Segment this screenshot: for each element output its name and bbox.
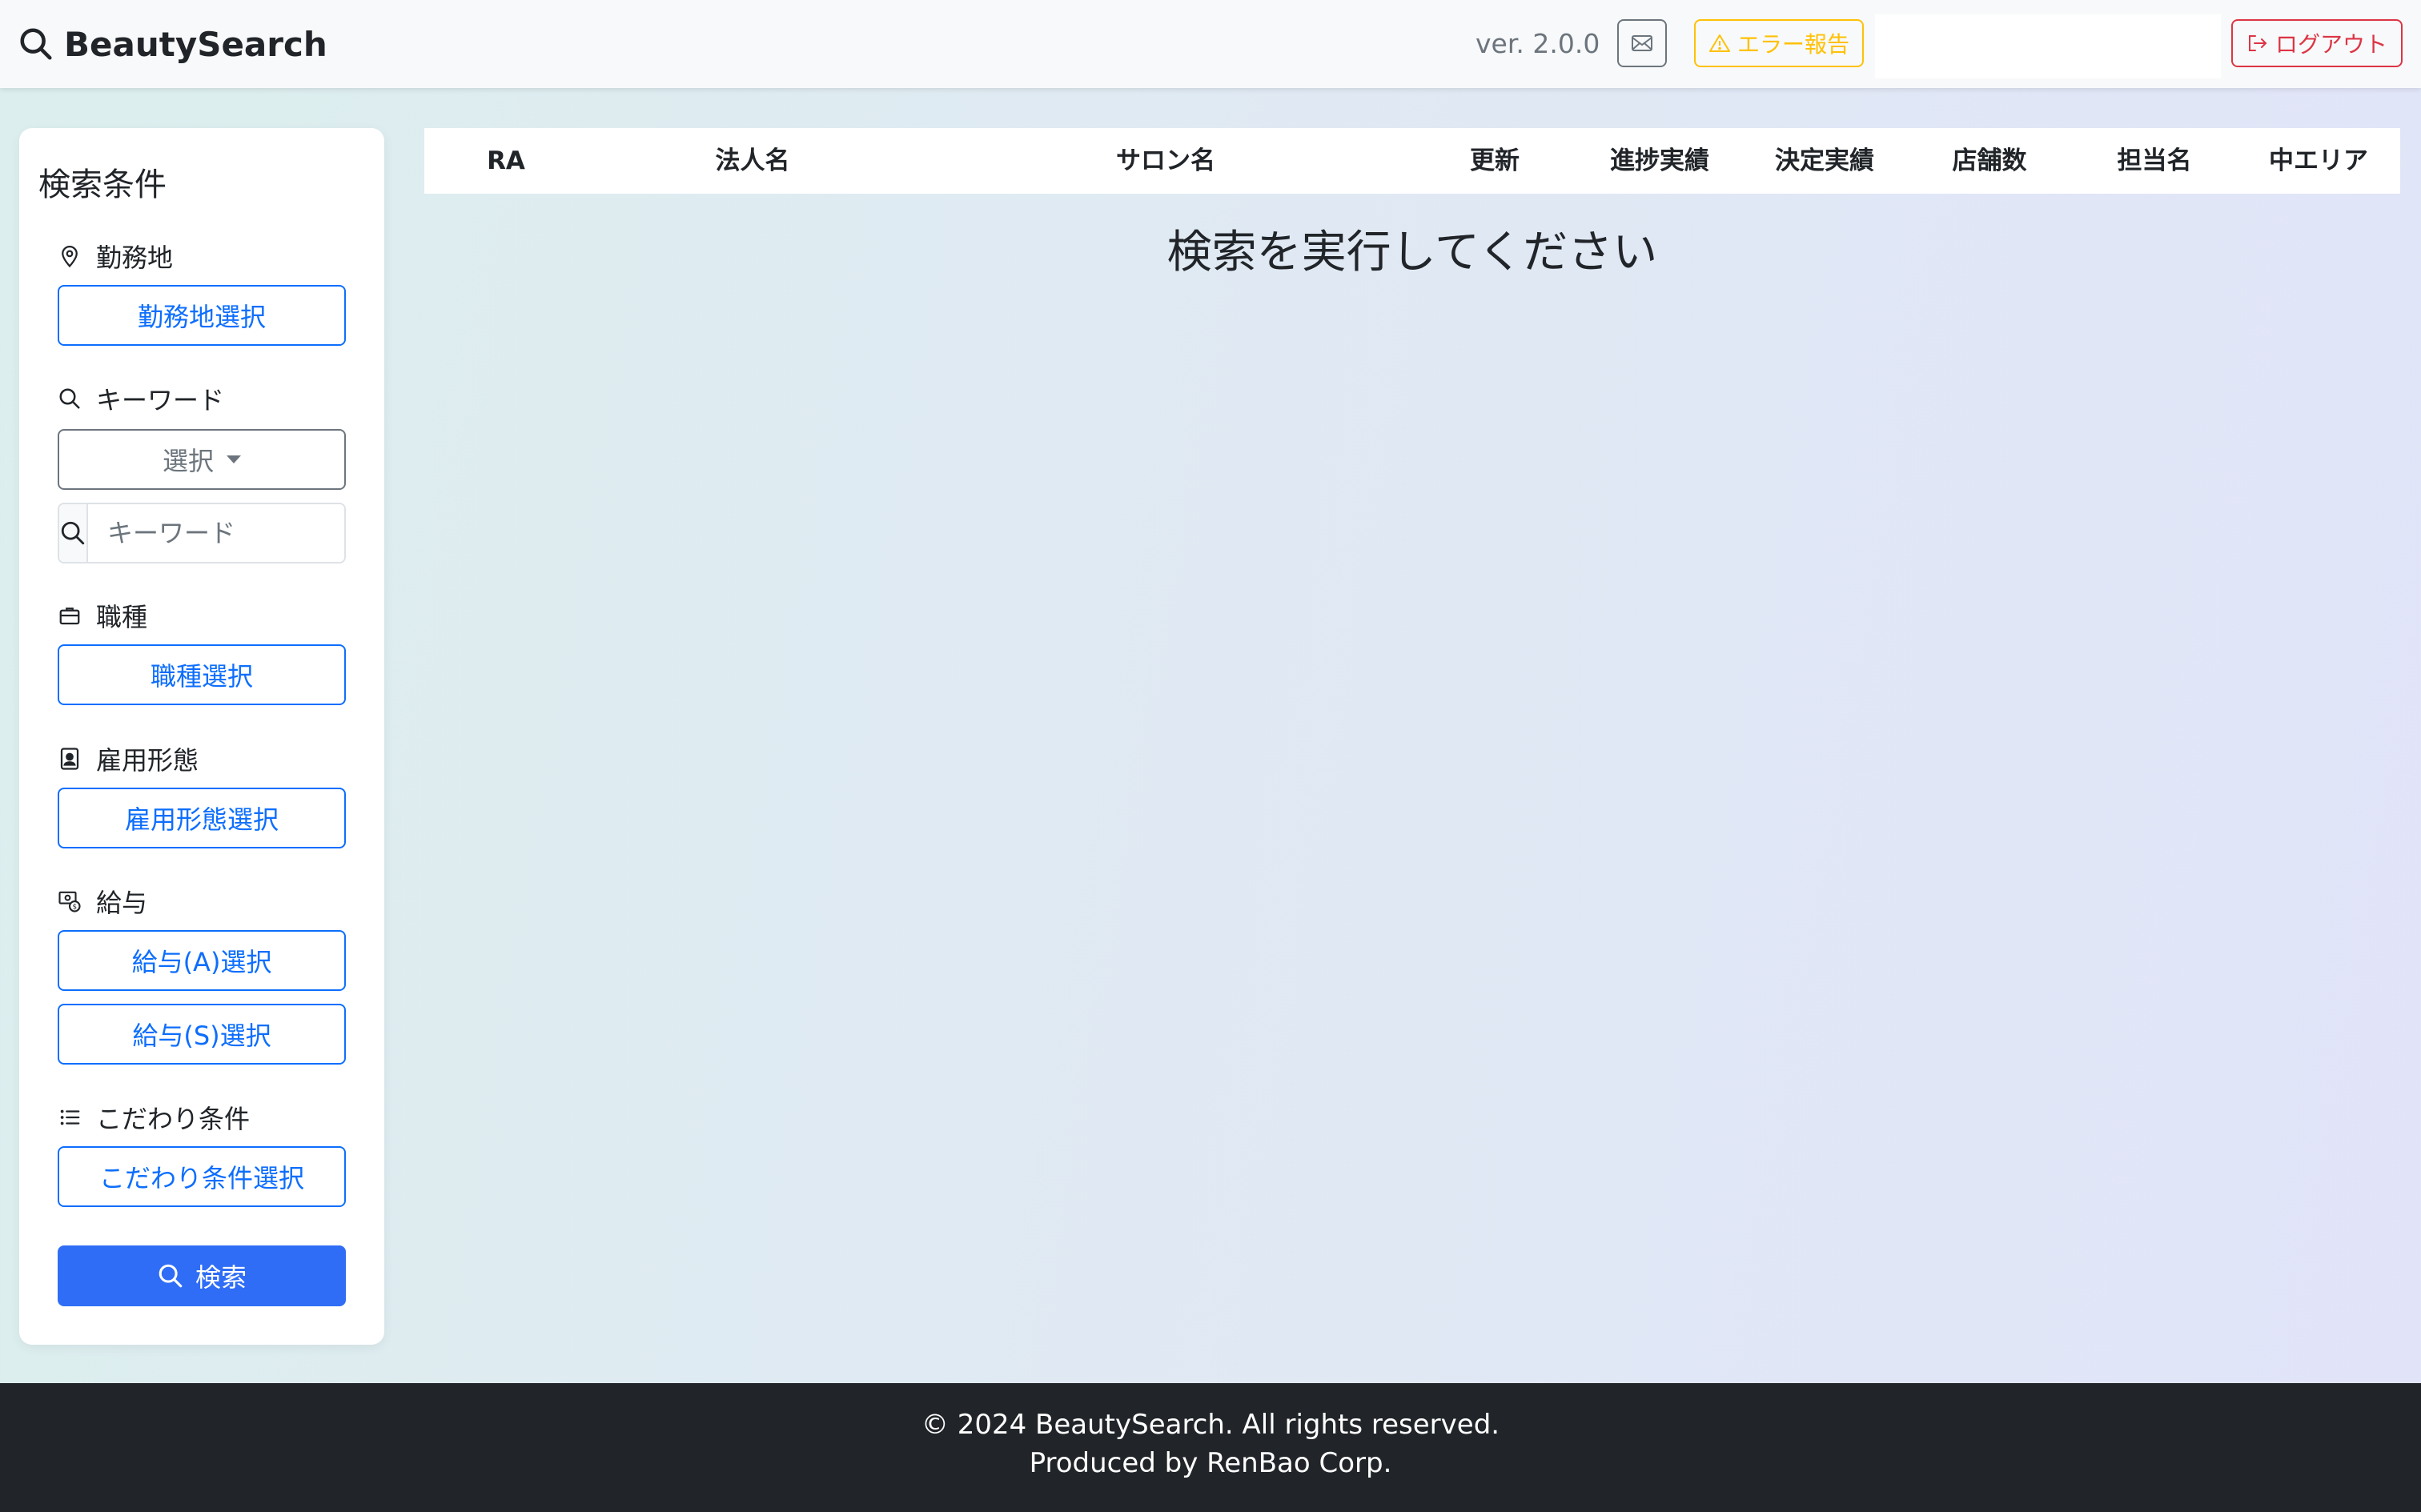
version-label: ver. 2.0.0 (1475, 28, 1600, 59)
preferences-label: こだわり条件 (58, 1100, 250, 1135)
footer-copyright: © 2024 BeautySearch. All rights reserved… (921, 1409, 1500, 1441)
keyword-type-value: 選択 (162, 446, 214, 476)
results-table-header: RA 法人名 サロン名 更新 進捗実績 決定実績 店舗数 担当名 中エリア (424, 128, 2400, 194)
job-type-select-button[interactable]: 職種選択 (58, 644, 346, 705)
briefcase-icon (58, 604, 82, 628)
employment-label-text: 雇用形態 (96, 745, 199, 776)
sidebar-title: 検索条件 (38, 166, 167, 203)
warning-icon (1708, 34, 1730, 52)
column-header-staff[interactable]: 担当名 (2118, 128, 2192, 194)
job-type-label: 職種 (58, 598, 147, 633)
brand-link[interactable]: BeautySearch (18, 19, 327, 69)
error-report-label: エラー報告 (1736, 31, 1849, 58)
id-badge-icon (58, 747, 82, 771)
cash-coin-icon: $ (58, 889, 82, 913)
employment-label: 雇用形態 (58, 741, 199, 776)
header-blank-area (1875, 14, 2221, 78)
preferences-select-button[interactable]: こだわり条件選択 (58, 1146, 346, 1207)
search-button-label: 検索 (195, 1262, 247, 1293)
error-report-button[interactable]: エラー報告 (1694, 19, 1864, 67)
envelope-icon (1632, 35, 1652, 51)
column-header-progress[interactable]: 進捗実績 (1610, 128, 1709, 194)
caret-down-icon (227, 455, 241, 463)
column-header-store-count[interactable]: 店舗数 (1953, 128, 2027, 194)
brand-name: BeautySearch (64, 24, 327, 64)
search-button[interactable]: 検索 (58, 1245, 346, 1306)
column-header-updated[interactable]: 更新 (1470, 128, 1520, 194)
salary-s-select-button[interactable]: 給与(S)選択 (58, 1004, 346, 1065)
list-check-icon (58, 1105, 82, 1129)
keyword-input[interactable] (88, 504, 344, 562)
search-icon (20, 28, 52, 60)
svg-text:$: $ (72, 904, 77, 912)
keyword-label: キーワード (58, 381, 224, 416)
search-icon (61, 521, 85, 545)
search-icon (58, 387, 82, 411)
mail-button[interactable] (1617, 19, 1667, 67)
logout-icon (2248, 35, 2267, 51)
column-header-ra[interactable]: RA (487, 128, 525, 194)
salary-label-text: 給与 (96, 888, 148, 918)
location-select-button[interactable]: 勤務地選択 (58, 285, 346, 346)
salary-label: $ 給与 (58, 884, 147, 919)
keyword-input-group (58, 503, 346, 563)
column-header-corporation[interactable]: 法人名 (716, 128, 790, 194)
column-header-decisions[interactable]: 決定実績 (1775, 128, 1874, 194)
keyword-type-dropdown[interactable]: 選択 (58, 429, 346, 490)
column-header-area[interactable]: 中エリア (2269, 128, 2368, 194)
top-navbar: BeautySearch ver. 2.0.0 エラー報告 ログアウト (0, 0, 2421, 88)
footer: © 2024 BeautySearch. All rights reserved… (0, 1383, 2421, 1512)
employment-select-button[interactable]: 雇用形態選択 (58, 788, 346, 848)
preferences-label-text: こだわり条件 (96, 1104, 251, 1134)
empty-results-message: 検索を実行してください (1166, 227, 1658, 279)
salary-a-select-button[interactable]: 給与(A)選択 (58, 930, 346, 991)
job-type-label-text: 職種 (96, 602, 148, 632)
keyword-label-text: キーワード (96, 385, 225, 415)
keyword-search-addon (59, 504, 88, 562)
column-header-salon[interactable]: サロン名 (1116, 128, 1215, 194)
logout-button[interactable]: ログアウト (2231, 19, 2403, 67)
search-icon (159, 1264, 183, 1288)
logout-label: ログアウト (2274, 31, 2387, 58)
footer-produced-by: Produced by RenBao Corp. (1029, 1447, 1392, 1479)
